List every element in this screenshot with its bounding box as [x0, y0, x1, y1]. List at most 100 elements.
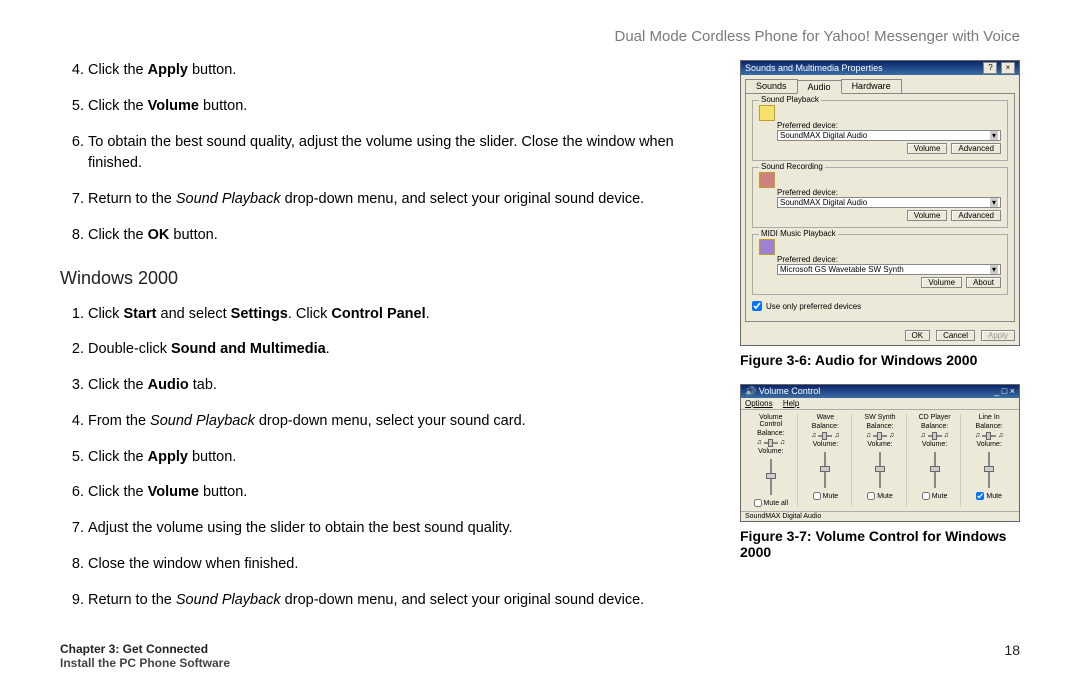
- recording-advanced-button[interactable]: Advanced: [951, 210, 1001, 221]
- volume-control-dialog: 🔊 Volume Control _ □ × Options Help Volu…: [740, 384, 1020, 522]
- sound-playback-group: Sound Playback Preferred device: SoundMA…: [752, 100, 1008, 161]
- balance-slider[interactable]: [873, 435, 887, 437]
- group-title: Sound Playback: [759, 95, 821, 104]
- volume-label: Volume:: [802, 441, 850, 448]
- preferred-only-checkbox[interactable]: [752, 301, 762, 311]
- mute-label: Mute: [932, 493, 948, 500]
- tab-hardware[interactable]: Hardware: [841, 79, 902, 93]
- balance-slider[interactable]: [982, 435, 996, 437]
- recording-volume-button[interactable]: Volume: [907, 210, 948, 221]
- balance-label: Balance:: [856, 423, 904, 430]
- section-label: Install the PC Phone Software: [60, 656, 230, 670]
- figure-3-6-caption: Figure 3-6: Audio for Windows 2000: [740, 352, 1020, 368]
- windows-2000-heading: Windows 2000: [60, 265, 710, 292]
- mute-checkbox[interactable]: [976, 492, 984, 500]
- midi-volume-button[interactable]: Volume: [921, 277, 962, 288]
- step-item: Click the Audio tab.: [88, 375, 710, 397]
- dialog-titlebar: Sounds and Multimedia Properties ? ×: [741, 61, 1019, 75]
- midi-playback-group: MIDI Music Playback Preferred device: Mi…: [752, 234, 1008, 295]
- volume-slider[interactable]: [824, 452, 826, 488]
- step-item: Adjust the volume using the slider to ob…: [88, 518, 710, 540]
- cancel-button[interactable]: Cancel: [936, 330, 975, 341]
- volume-label: Volume:: [911, 441, 959, 448]
- channel-name: CD Player: [911, 414, 959, 421]
- step-item: Return to the Sound Playback drop-down m…: [88, 189, 710, 211]
- channel-name: Wave: [802, 414, 850, 421]
- preferred-device-label: Preferred device:: [777, 121, 1001, 130]
- mute-checkbox[interactable]: [813, 492, 821, 500]
- volume-slider[interactable]: [879, 452, 881, 488]
- page-number: 18: [1004, 642, 1020, 670]
- step-item: Click the Volume button.: [88, 482, 710, 504]
- dialog-tabs: Sounds Audio Hardware: [741, 75, 1019, 93]
- sound-recording-group: Sound Recording Preferred device: SoundM…: [752, 167, 1008, 228]
- page-footer: Chapter 3: Get Connected Install the PC …: [60, 642, 1020, 670]
- volume-channel: Line InBalance:Volume:Mute: [963, 414, 1015, 507]
- playback-volume-button[interactable]: Volume: [907, 143, 948, 154]
- playback-device-select[interactable]: SoundMAX Digital Audio: [777, 130, 1001, 141]
- volume-channel: CD Player Balance: Volume: Mute: [909, 414, 962, 507]
- steps-list-b: Click Start and select Settings. Click C…: [60, 304, 710, 612]
- volume-titlebar: 🔊 Volume Control _ □ ×: [741, 385, 1019, 398]
- volume-menu: Options Help: [741, 398, 1019, 410]
- menu-help[interactable]: Help: [783, 399, 799, 408]
- step-item: Click the Volume button.: [88, 96, 710, 118]
- midi-device-select[interactable]: Microsoft GS Wavetable SW Synth: [777, 264, 1001, 275]
- recording-device-select[interactable]: SoundMAX Digital Audio: [777, 197, 1001, 208]
- mute-checkbox[interactable]: [754, 499, 762, 507]
- step-item: Click the Apply button.: [88, 60, 710, 82]
- volume-slider[interactable]: [770, 459, 772, 495]
- volume-channel: SW Synth Balance: Volume: Mute: [854, 414, 907, 507]
- dialog-body: Sound Playback Preferred device: SoundMA…: [745, 93, 1015, 322]
- balance-label: Balance:: [911, 423, 959, 430]
- channel-name: Line In: [965, 414, 1013, 421]
- volume-channel: Volume ControlBalance:Volume:Mute all: [745, 414, 798, 507]
- minimize-icon[interactable]: _: [994, 386, 999, 396]
- balance-label: Balance:: [802, 423, 850, 430]
- menu-options[interactable]: Options: [745, 399, 773, 408]
- balance-slider[interactable]: [818, 435, 832, 437]
- volume-slider[interactable]: [934, 452, 936, 488]
- mute-label: Mute: [823, 493, 839, 500]
- step-item: Close the window when finished.: [88, 554, 710, 576]
- window-controls: ? ×: [982, 62, 1015, 74]
- close-icon[interactable]: ×: [1001, 62, 1015, 74]
- balance-slider[interactable]: [928, 435, 942, 437]
- volume-label: Volume:: [856, 441, 904, 448]
- playback-advanced-button[interactable]: Advanced: [951, 143, 1001, 154]
- help-icon[interactable]: ?: [983, 62, 997, 74]
- step-item: Double-click Sound and Multimedia.: [88, 339, 710, 361]
- group-title: Sound Recording: [759, 162, 825, 171]
- ok-button[interactable]: OK: [905, 330, 931, 341]
- midi-icon: [759, 239, 775, 255]
- volume-channels: Volume ControlBalance:Volume:Mute allWav…: [741, 410, 1019, 511]
- sounds-multimedia-dialog: Sounds and Multimedia Properties ? × Sou…: [740, 60, 1020, 346]
- maximize-icon[interactable]: □: [1002, 386, 1007, 396]
- mute-label: Mute all: [764, 500, 789, 507]
- channel-name: SW Synth: [856, 414, 904, 421]
- mute-checkbox[interactable]: [922, 492, 930, 500]
- tab-sounds[interactable]: Sounds: [745, 79, 798, 93]
- apply-button[interactable]: Apply: [981, 330, 1015, 341]
- volume-title: Volume Control: [759, 386, 821, 396]
- speaker-icon: [759, 105, 775, 121]
- step-item: Return to the Sound Playback drop-down m…: [88, 590, 710, 612]
- close-icon[interactable]: ×: [1010, 386, 1015, 396]
- chapter-label: Chapter 3: Get Connected: [60, 642, 230, 656]
- preferred-only-label: Use only preferred devices: [766, 302, 861, 311]
- volume-slider[interactable]: [988, 452, 990, 488]
- instructions-column: Click the Apply button. Click the Volume …: [60, 60, 710, 625]
- product-header: Dual Mode Cordless Phone for Yahoo! Mess…: [614, 28, 1020, 45]
- volume-channel: Wave Balance: Volume: Mute: [800, 414, 853, 507]
- volume-status-bar: SoundMAX Digital Audio: [741, 511, 1019, 521]
- mute-checkbox[interactable]: [867, 492, 875, 500]
- volume-label: Volume:: [965, 441, 1013, 448]
- tab-audio[interactable]: Audio: [797, 80, 842, 94]
- mute-label: Mute: [877, 493, 893, 500]
- mic-icon: [759, 172, 775, 188]
- balance-slider[interactable]: [764, 442, 778, 444]
- balance-label: Balance:: [747, 430, 795, 437]
- group-title: MIDI Music Playback: [759, 229, 838, 238]
- volume-label: Volume:: [747, 448, 795, 455]
- midi-about-button[interactable]: About: [966, 277, 1001, 288]
